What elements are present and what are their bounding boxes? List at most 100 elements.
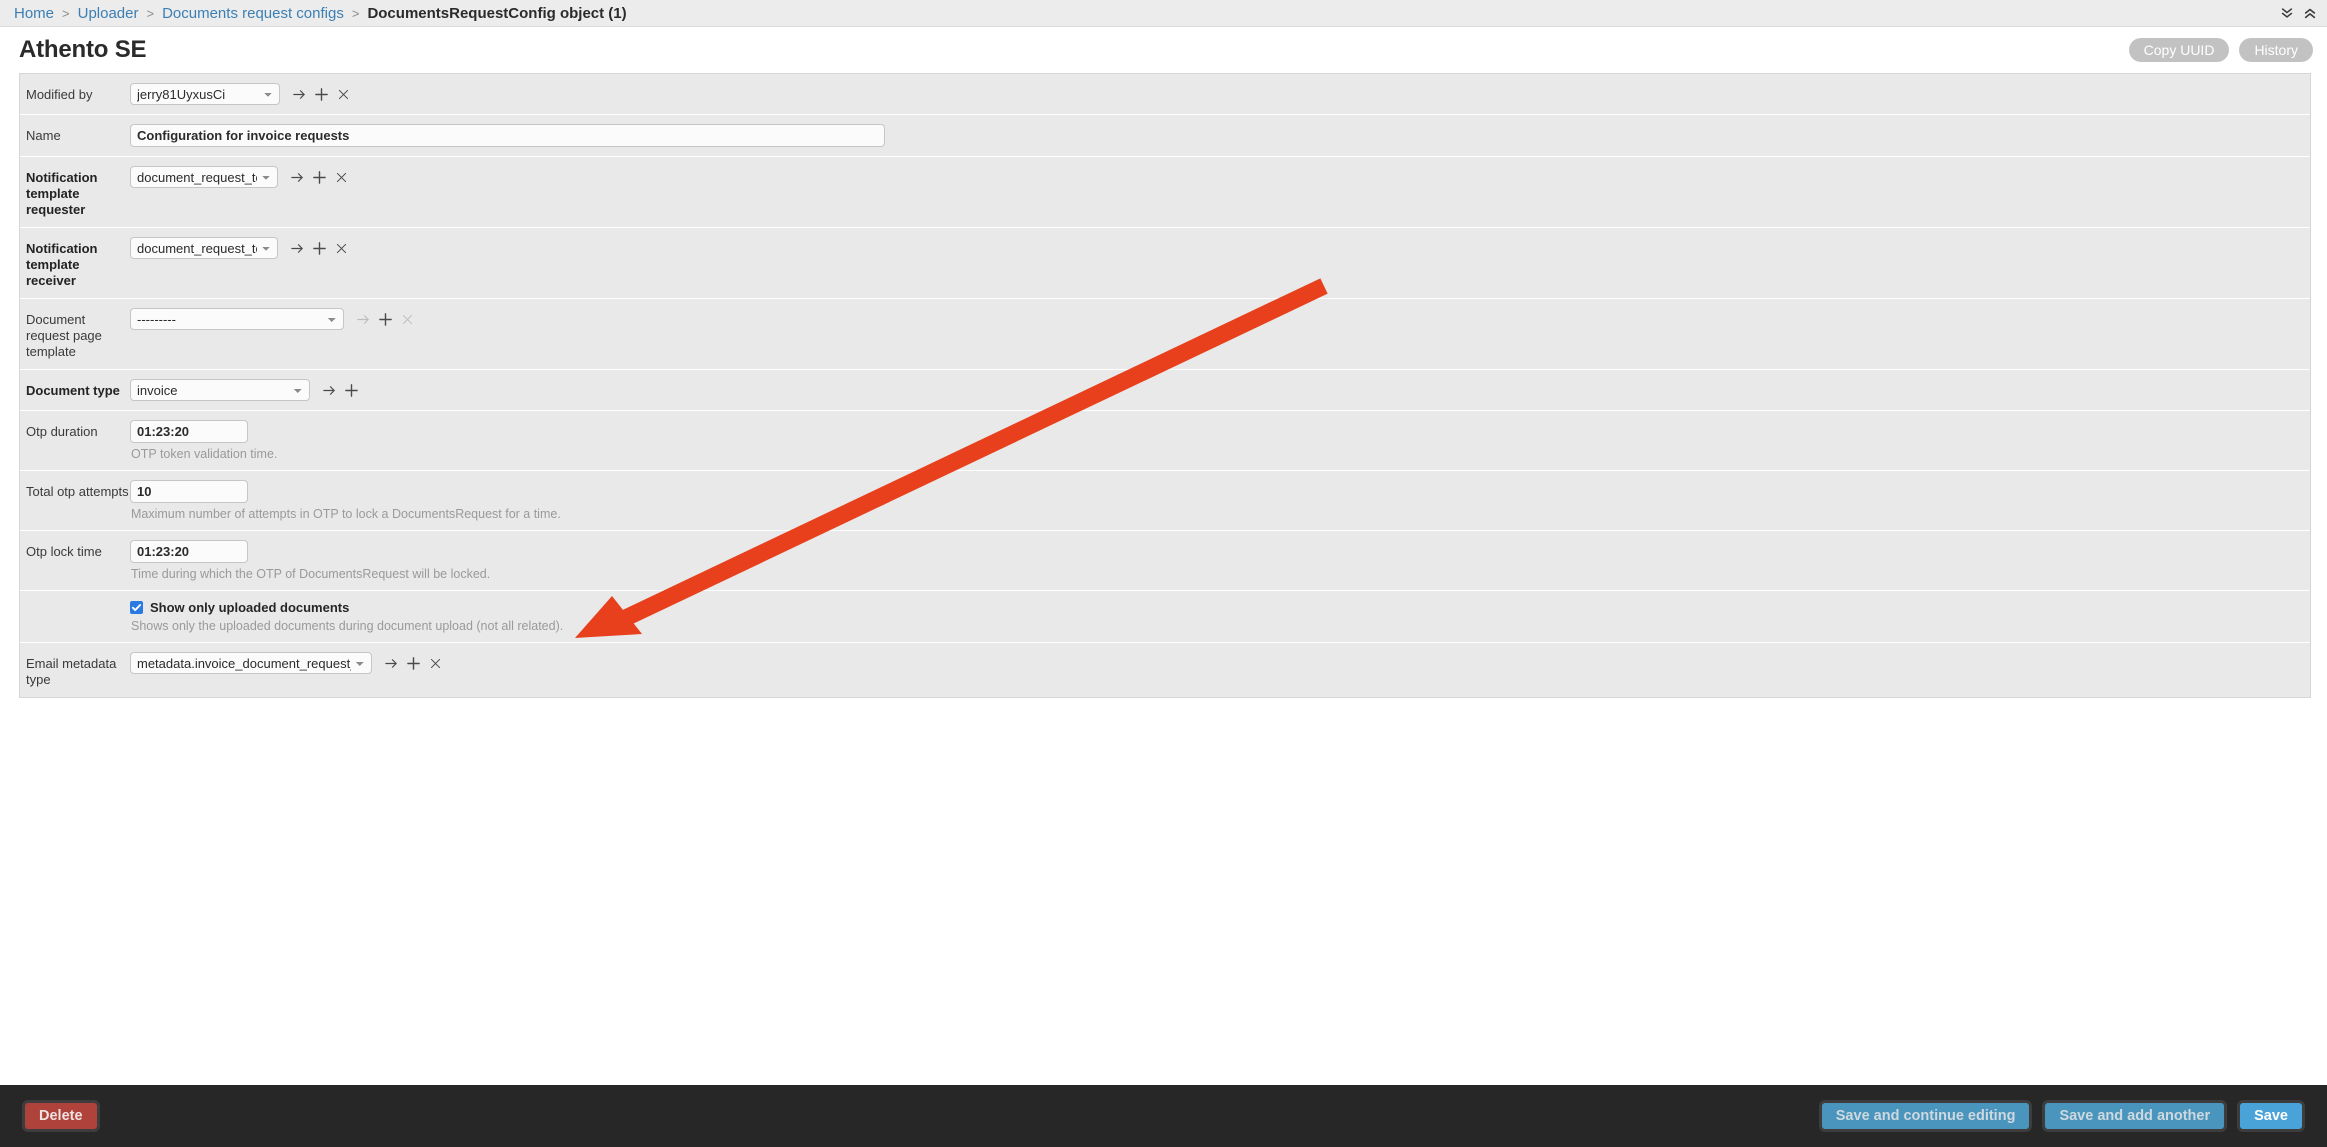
field-control: invoice xyxy=(130,379,2310,401)
field-body: Maximum number of attempts in OTP to loc… xyxy=(130,480,2310,521)
field-body: invoice xyxy=(130,379,2310,401)
related-widget-icons xyxy=(380,653,446,673)
breadcrumb-item-uploader[interactable]: Uploader xyxy=(78,5,139,22)
field-body: --------- xyxy=(130,308,2310,330)
page-title: Athento SE xyxy=(19,36,147,63)
page-header-actions: Copy UUID History xyxy=(2128,38,2313,62)
form-row: Otp duration OTP token validation time. xyxy=(20,411,2310,471)
arrow-right-icon[interactable] xyxy=(286,238,308,258)
page-header: Athento SE Copy UUID History xyxy=(0,27,2327,73)
save-and-continue-editing-button[interactable]: Save and continue editing xyxy=(1818,1100,2033,1132)
field-label: Document type xyxy=(26,383,120,398)
save-button[interactable]: Save xyxy=(2237,1100,2305,1132)
form-row: Document type invoice xyxy=(20,370,2310,411)
field-body: metadata.invoice_document_request_email xyxy=(130,652,2310,674)
field-control: metadata.invoice_document_request_email xyxy=(130,652,2310,674)
field-help-text: Maximum number of attempts in OTP to loc… xyxy=(131,507,561,521)
field-label: Email metadata type xyxy=(26,656,117,687)
plus-icon[interactable] xyxy=(308,238,330,258)
form-row: Show only uploaded documents Shows only t… xyxy=(20,591,2310,643)
field-help-text: Shows only the uploaded documents during… xyxy=(131,619,564,633)
breadcrumb-separator: > xyxy=(146,5,155,21)
field-control xyxy=(130,480,2310,503)
form-footer: Delete Save and continue editing Save an… xyxy=(0,1085,2327,1147)
plus-icon[interactable] xyxy=(340,380,362,400)
breadcrumb: Home > Uploader > Documents request conf… xyxy=(0,0,2327,27)
arrow-right-icon[interactable] xyxy=(288,84,310,104)
close-icon[interactable] xyxy=(332,84,354,104)
save-and-add-another-button[interactable]: Save and add another xyxy=(2042,1100,2228,1132)
arrow-right-icon[interactable] xyxy=(286,167,308,187)
field-control: document_request_template xyxy=(130,237,2310,259)
plus-icon[interactable] xyxy=(310,84,332,104)
field-body xyxy=(130,124,2310,147)
input-otp-duration[interactable] xyxy=(130,420,248,443)
breadcrumb-item-documents-request-configs[interactable]: Documents request configs xyxy=(162,5,344,22)
checkbox-row: Show only uploaded documents xyxy=(130,600,349,615)
plus-icon[interactable] xyxy=(308,167,330,187)
breadcrumb-tools xyxy=(2280,0,2317,26)
field-label: Name xyxy=(26,128,61,143)
field-control xyxy=(130,420,2310,443)
breadcrumb-separator: > xyxy=(351,5,360,21)
plus-icon[interactable] xyxy=(374,309,396,329)
input-total-otp-attempts[interactable] xyxy=(130,480,248,503)
related-widget-icons xyxy=(286,167,352,187)
form-row: Otp lock time Time during which the OTP o… xyxy=(20,531,2310,591)
breadcrumb-item-home[interactable]: Home xyxy=(14,5,54,22)
chevron-double-down-icon[interactable] xyxy=(2280,6,2294,20)
select-notification-template-requester[interactable]: document_request_template xyxy=(130,166,278,188)
field-control: Show only uploaded documents xyxy=(130,600,2310,615)
input-otp-lock-time[interactable] xyxy=(130,540,248,563)
field-body: OTP token validation time. xyxy=(130,420,2310,461)
form-row: Notification template receiver document_r… xyxy=(20,228,2310,299)
form-row: Email metadata type metadata.invoice_docu… xyxy=(20,643,2310,697)
history-button[interactable]: History xyxy=(2239,38,2313,62)
close-icon[interactable] xyxy=(330,167,352,187)
breadcrumb-item-current: DocumentsRequestConfig object (1) xyxy=(367,4,627,22)
arrow-right-icon[interactable] xyxy=(318,380,340,400)
form-row: Document request page template --------- xyxy=(20,299,2310,370)
field-body: document_request_template xyxy=(130,166,2310,188)
field-label: Otp lock time xyxy=(26,544,102,559)
chevron-double-up-icon[interactable] xyxy=(2303,6,2317,20)
checkbox-show-only-uploaded-documents[interactable] xyxy=(130,601,143,614)
change-form-fieldset: Modified by jerry81UyxusCi Name Notificatio… xyxy=(19,73,2311,698)
field-help-text: Time during which the OTP of DocumentsRe… xyxy=(131,567,491,581)
delete-button[interactable]: Delete xyxy=(22,1100,100,1132)
select-notification-template-receiver[interactable]: document_request_template xyxy=(130,237,278,259)
field-body: jerry81UyxusCi xyxy=(130,83,2310,105)
checkbox-label: Show only uploaded documents xyxy=(150,600,350,615)
plus-icon[interactable] xyxy=(402,653,424,673)
field-help-text: OTP token validation time. xyxy=(131,447,278,461)
field-control xyxy=(130,540,2310,563)
input-name[interactable] xyxy=(130,124,885,147)
close-icon[interactable] xyxy=(424,653,446,673)
copy-uuid-button[interactable]: Copy UUID xyxy=(2128,38,2230,62)
field-body: document_request_template xyxy=(130,237,2310,259)
select-modified-by[interactable]: jerry81UyxusCi xyxy=(130,83,280,105)
close-icon xyxy=(396,309,418,329)
field-body: Show only uploaded documents Shows only t… xyxy=(130,600,2310,633)
field-label: Notification template requester xyxy=(26,170,98,217)
close-icon[interactable] xyxy=(330,238,352,258)
field-label: Document request page template xyxy=(26,312,102,359)
related-widget-icons xyxy=(318,380,362,400)
select-document-type[interactable]: invoice xyxy=(130,379,310,401)
arrow-right-icon[interactable] xyxy=(380,653,402,673)
related-widget-icons xyxy=(288,84,354,104)
field-control: jerry81UyxusCi xyxy=(130,83,2310,105)
form-row: Total otp attemptsMaximum number of atte… xyxy=(20,471,2310,531)
form-row: Modified by jerry81UyxusCi xyxy=(20,74,2310,115)
form-row: Name xyxy=(20,115,2310,157)
field-control xyxy=(130,124,2310,147)
form-container: Modified by jerry81UyxusCi Name Notificatio… xyxy=(0,73,2327,698)
field-label xyxy=(20,600,130,604)
select-document-request-page-template[interactable]: --------- xyxy=(130,308,344,330)
breadcrumb-separator: > xyxy=(62,5,70,21)
select-email-metadata-type[interactable]: metadata.invoice_document_request_email xyxy=(130,652,372,674)
related-widget-icons xyxy=(286,238,352,258)
field-label: Notification template receiver xyxy=(26,241,98,288)
arrow-right-icon xyxy=(352,309,374,329)
field-label: Modified by xyxy=(26,87,93,102)
